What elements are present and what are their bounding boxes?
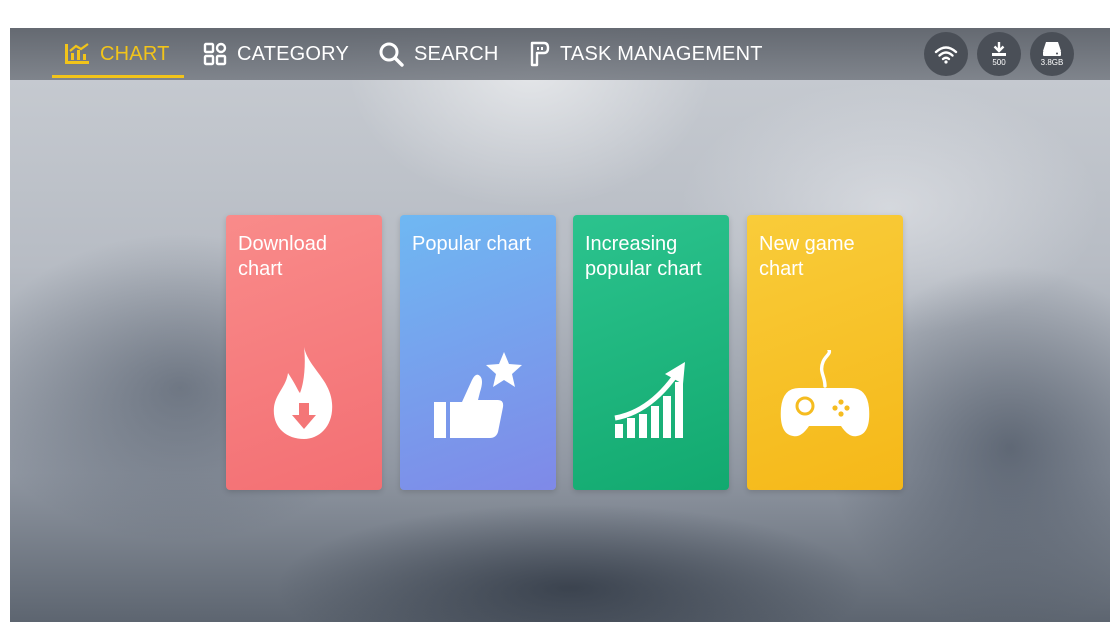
tab-task-management[interactable]: TASK MANAGEMENT xyxy=(528,28,763,80)
downloads-status[interactable]: 500 xyxy=(977,32,1021,76)
tab-chart-label: CHART xyxy=(100,42,170,65)
task-management-icon xyxy=(530,41,550,67)
fire-download-icon xyxy=(273,347,333,439)
card-title: New game chart xyxy=(759,233,855,280)
new-game-chart-card[interactable]: New game chart xyxy=(747,215,903,490)
storage-icon xyxy=(1043,42,1061,56)
category-grid-icon xyxy=(203,42,227,66)
download-chart-card[interactable]: Download chart xyxy=(226,215,382,490)
chart-icon xyxy=(65,43,89,64)
rising-bars-icon xyxy=(614,362,685,438)
card-title: Increasing popular chart xyxy=(585,233,702,280)
top-nav-bar: CHART CATEGORY SEARCH TASK MANAGEMENT 50… xyxy=(10,28,1110,80)
wifi-status[interactable] xyxy=(924,32,968,76)
tab-task-management-label: TASK MANAGEMENT xyxy=(560,42,763,65)
tab-search-label: SEARCH xyxy=(414,42,499,65)
tab-search[interactable]: SEARCH xyxy=(378,28,499,80)
tab-category-label: CATEGORY xyxy=(237,42,349,65)
increasing-popular-chart-card[interactable]: Increasing popular chart xyxy=(573,215,729,490)
storage-status[interactable]: 3.8GB xyxy=(1030,32,1074,76)
active-tab-indicator xyxy=(52,75,184,78)
tab-category[interactable]: CATEGORY xyxy=(203,28,349,80)
thumbs-up-star-icon xyxy=(434,352,522,438)
download-icon xyxy=(992,42,1006,56)
tab-chart[interactable]: CHART xyxy=(52,28,184,80)
card-title: Download chart xyxy=(238,233,327,280)
wifi-icon xyxy=(934,46,958,64)
app-screen: CHART CATEGORY SEARCH TASK MANAGEMENT 50… xyxy=(10,28,1110,622)
gamepad-icon xyxy=(780,350,870,437)
popular-chart-card[interactable]: Popular chart xyxy=(400,215,556,490)
search-icon xyxy=(379,42,404,67)
downloads-count: 500 xyxy=(992,58,1006,67)
card-title: Popular chart xyxy=(412,233,531,255)
storage-value: 3.8GB xyxy=(1040,58,1064,67)
